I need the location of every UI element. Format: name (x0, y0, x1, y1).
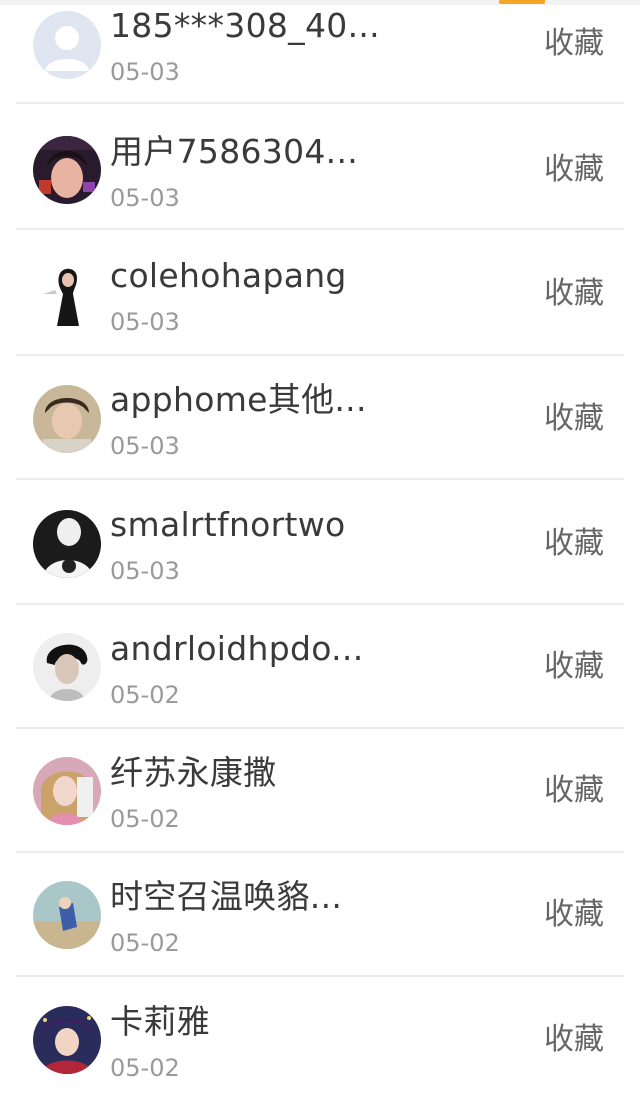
default-avatar-icon (33, 11, 101, 79)
user-avatar (33, 881, 101, 949)
favorite-button[interactable]: 收藏 (544, 152, 604, 188)
favorite-button[interactable]: 收藏 (544, 401, 604, 437)
row-divider (16, 102, 624, 104)
user-date: 05-02 (110, 1054, 180, 1082)
user-date: 05-02 (110, 805, 180, 833)
list-item[interactable]: 卡莉雅 05-02 收藏 (16, 978, 624, 1102)
user-date: 05-03 (110, 184, 180, 212)
list-item[interactable]: colehohapang 05-03 收藏 (16, 232, 624, 356)
list-item[interactable]: 时空召温唤貉... 05-02 收藏 (16, 853, 624, 977)
user-name: andrloidhpdo... (110, 629, 364, 668)
favorite-button[interactable]: 收藏 (544, 1022, 604, 1058)
user-avatar (33, 633, 101, 701)
user-avatar (33, 510, 101, 578)
user-name: smalrtfnortwo (110, 505, 346, 544)
favorite-button[interactable]: 收藏 (544, 276, 604, 312)
user-name: 用户7586304... (110, 132, 359, 171)
user-date: 05-03 (110, 557, 180, 585)
row-divider (16, 478, 624, 480)
user-avatar (33, 136, 101, 204)
user-name: 时空召温唤貉... (110, 877, 343, 916)
user-avatar (33, 385, 101, 453)
user-avatar (33, 1006, 101, 1074)
favorite-button[interactable]: 收藏 (544, 897, 604, 933)
user-name: 卡莉雅 (110, 1002, 210, 1041)
user-name: 185***308_40... (110, 6, 380, 45)
list-item[interactable]: 185***308_40... 05-03 收藏 (16, 0, 624, 104)
favorite-button[interactable]: 收藏 (544, 773, 604, 809)
list-item[interactable]: smalrtfnortwo 05-03 收藏 (16, 481, 624, 605)
user-name: colehohapang (110, 256, 347, 295)
list-item[interactable]: 纤苏永康撒 05-02 收藏 (16, 729, 624, 853)
favorite-button[interactable]: 收藏 (544, 26, 604, 62)
user-avatar (33, 757, 101, 825)
user-avatar (33, 260, 101, 328)
user-date: 05-02 (110, 929, 180, 957)
user-name: 纤苏永康撒 (110, 753, 277, 792)
user-date: 05-02 (110, 681, 180, 709)
user-date: 05-03 (110, 58, 180, 86)
list-item[interactable]: apphome其他... 05-03 收藏 (16, 356, 624, 480)
user-date: 05-03 (110, 432, 180, 460)
favorite-button[interactable]: 收藏 (544, 526, 604, 562)
row-divider (16, 975, 624, 977)
user-name: apphome其他... (110, 380, 367, 419)
user-date: 05-03 (110, 308, 180, 336)
favorite-button[interactable]: 收藏 (544, 649, 604, 685)
list-item[interactable]: 用户7586304... 05-03 收藏 (16, 106, 624, 230)
row-divider (16, 228, 624, 230)
list-item[interactable]: andrloidhpdo... 05-02 收藏 (16, 605, 624, 729)
